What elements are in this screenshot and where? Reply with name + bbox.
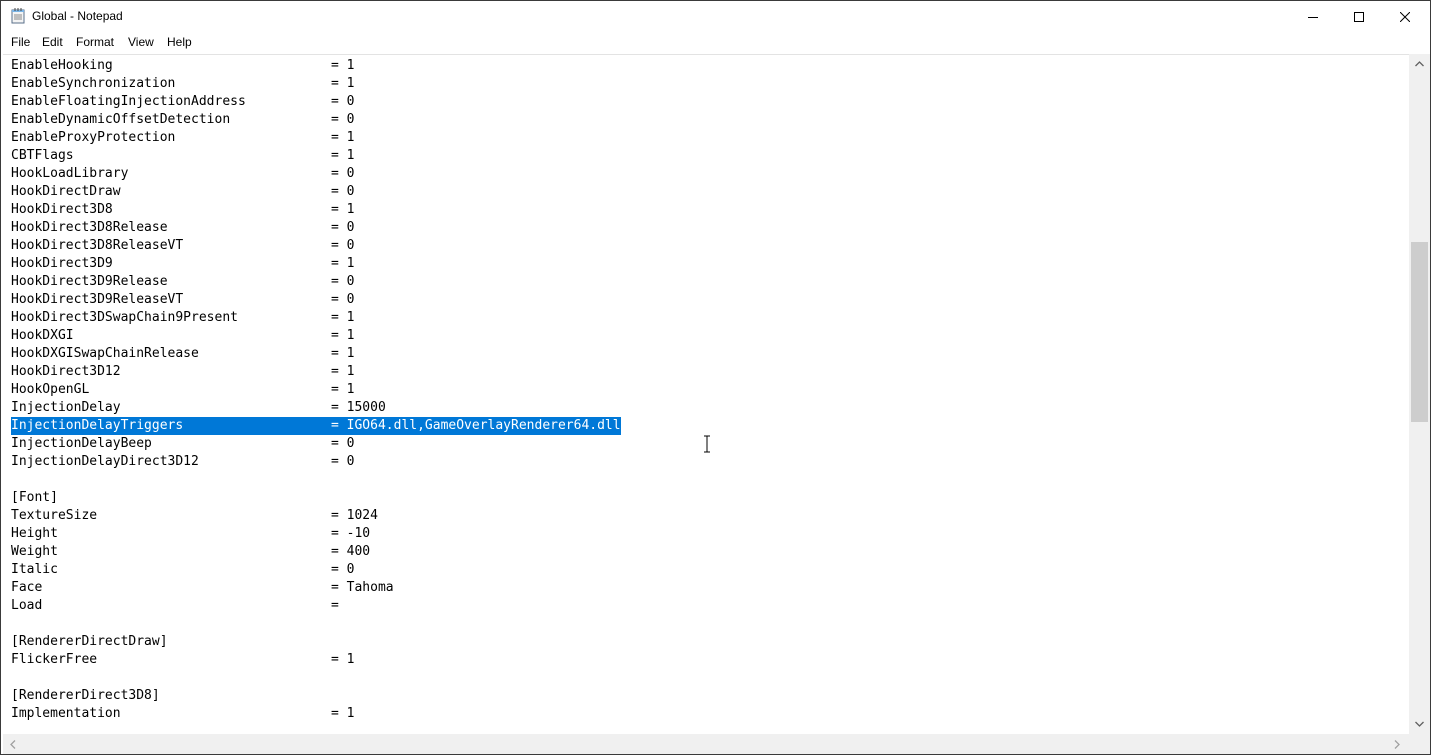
line-value: = 1 xyxy=(331,364,355,379)
line-value: = 0 xyxy=(331,454,355,469)
line-key: FlickerFree xyxy=(11,652,98,667)
line-key: HookDirectDraw xyxy=(11,184,121,199)
line-value: = 1 xyxy=(331,130,355,145)
line-key: Italic xyxy=(11,562,58,577)
line-key: EnableFloatingInjectionAddress xyxy=(11,94,246,109)
menu-file[interactable]: File xyxy=(11,32,30,52)
line-value: = 0 xyxy=(331,94,355,109)
line-value: = 0 xyxy=(331,238,355,253)
line-key: Implementation xyxy=(11,706,121,721)
line-value: = 0 xyxy=(331,112,355,127)
line-key: HookDXGISwapChainRelease xyxy=(11,346,199,361)
line-key: InjectionDelayTriggers xyxy=(11,417,184,435)
line-value: = 0 xyxy=(331,562,355,577)
line-value: = 1 xyxy=(331,328,355,343)
scroll-up-icon[interactable] xyxy=(1411,56,1427,72)
line-value: = 1 xyxy=(331,148,355,163)
line-key: HookDirect3D9ReleaseVT xyxy=(11,292,184,307)
line-key: EnableHooking xyxy=(11,58,113,73)
line-value: = 0 xyxy=(331,220,355,235)
line-value: = 0 xyxy=(331,292,355,307)
menu-help[interactable]: Help xyxy=(167,32,192,52)
line-key: HookDirect3D8Release xyxy=(11,220,168,235)
menu-edit[interactable]: Edit xyxy=(42,32,63,52)
line-value: = 1 xyxy=(331,310,355,325)
line-value: = 1 xyxy=(331,256,355,271)
horizontal-scrollbar[interactable] xyxy=(3,734,1409,754)
line-key: HookDirect3D8ReleaseVT xyxy=(11,238,184,253)
line-key: HookDirect3D12 xyxy=(11,364,121,379)
line-key: InjectionDelayDirect3D12 xyxy=(11,454,199,469)
scroll-right-icon[interactable] xyxy=(1389,736,1405,752)
line-key: InjectionDelay xyxy=(11,400,121,415)
window-title: Global - Notepad xyxy=(32,9,123,23)
line-key: HookOpenGL xyxy=(11,382,90,397)
minimize-icon xyxy=(1308,7,1318,26)
line-key: TextureSize xyxy=(11,508,98,523)
line-value: = 1 xyxy=(331,346,355,361)
line-key: [RendererDirect3D8] xyxy=(11,688,160,703)
line-key: Load xyxy=(11,598,43,613)
notepad-icon xyxy=(11,8,25,24)
line-value: = Tahoma xyxy=(331,580,394,595)
line-key: EnableSynchronization xyxy=(11,76,176,91)
line-value: = 15000 xyxy=(331,400,386,415)
menu-bar: File Edit Format View Help xyxy=(1,32,1430,52)
line-value: = 0 xyxy=(331,274,355,289)
line-key: CBTFlags xyxy=(11,148,74,163)
line-value: = -10 xyxy=(331,526,371,541)
maximize-button[interactable] xyxy=(1336,1,1382,32)
close-icon xyxy=(1399,7,1411,26)
line-key: HookDXGI xyxy=(11,328,74,343)
scroll-left-icon[interactable] xyxy=(5,736,21,752)
line-key: HookDirect3D9 xyxy=(11,256,113,271)
line-value: = 1024 xyxy=(331,508,378,523)
menu-view[interactable]: View xyxy=(128,32,154,52)
line-value: = 400 xyxy=(331,544,371,559)
line-value: = IGO64.dll,GameOverlayRenderer64.dll xyxy=(331,417,621,435)
line-key: [RendererDirectDraw] xyxy=(11,634,168,649)
scrollbar-corner xyxy=(1409,734,1430,754)
line-key: EnableDynamicOffsetDetection xyxy=(11,112,231,127)
close-button[interactable] xyxy=(1382,1,1428,32)
line-key: Face xyxy=(11,580,43,595)
line-value: = 0 xyxy=(331,436,355,451)
menu-format[interactable]: Format xyxy=(76,32,114,52)
line-value: = xyxy=(331,598,339,613)
notepad-window: Global - Notepad File Edit Format View H… xyxy=(0,0,1431,755)
minimize-button[interactable] xyxy=(1290,1,1336,32)
title-bar[interactable]: Global - Notepad xyxy=(1,1,1430,32)
line-key: HookDirect3D9Release xyxy=(11,274,168,289)
line-key: [Font] xyxy=(11,490,58,505)
maximize-icon xyxy=(1354,7,1364,26)
line-key: Height xyxy=(11,526,58,541)
line-key: HookDirect3DSwapChain9Present xyxy=(11,310,238,325)
vertical-scroll-thumb[interactable] xyxy=(1411,242,1428,422)
line-value: = 0 xyxy=(331,166,355,181)
line-value: = 1 xyxy=(331,382,355,397)
line-value: = 1 xyxy=(331,706,355,721)
line-value: = 0 xyxy=(331,184,355,199)
line-key: InjectionDelayBeep xyxy=(11,436,152,451)
line-key: EnableProxyProtection xyxy=(11,130,176,145)
vertical-scrollbar[interactable] xyxy=(1409,54,1430,734)
line-key: Weight xyxy=(11,544,58,559)
line-value: = 1 xyxy=(331,58,355,73)
text-editor[interactable]: EnableHooking = 1 EnableSynchronization = 1… xyxy=(3,54,1409,735)
line-value: = 1 xyxy=(331,76,355,91)
text-cursor-icon xyxy=(702,435,712,453)
scroll-down-icon[interactable] xyxy=(1411,716,1427,732)
line-key: HookLoadLibrary xyxy=(11,166,129,181)
line-value: = 1 xyxy=(331,202,355,217)
line-key: HookDirect3D8 xyxy=(11,202,113,217)
line-value: = 1 xyxy=(331,652,355,667)
